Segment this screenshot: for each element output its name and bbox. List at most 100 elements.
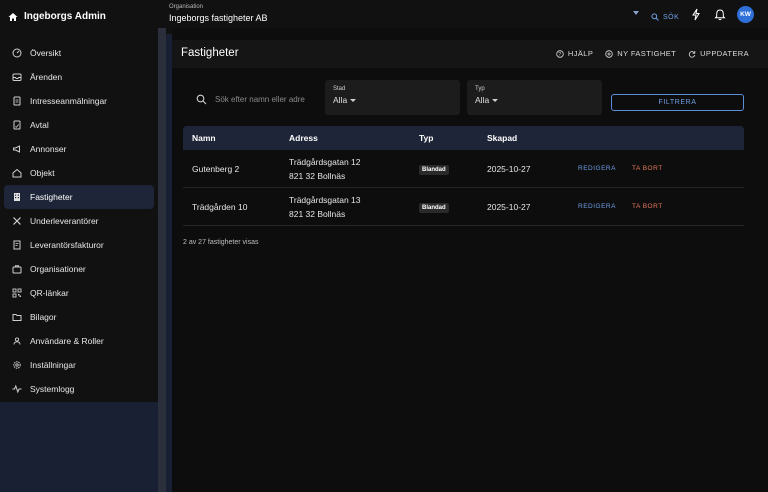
new-property-label: NY FASTIGHET [617, 49, 677, 58]
filter-button[interactable]: FILTRERA [611, 94, 744, 111]
search-field [192, 84, 314, 114]
search-icon [196, 94, 207, 104]
delete-button[interactable]: TA BORT [632, 165, 663, 172]
property-name: Gutenberg 2 [192, 163, 240, 174]
sidebar-item-label: Annonser [30, 144, 67, 154]
help-icon: ? [556, 49, 564, 57]
sidebar-item-intresseanmalningar[interactable]: Intresseanmälningar [4, 89, 154, 113]
sidebar-item-label: Systemlogg [30, 384, 75, 394]
add-circle-icon [605, 49, 613, 58]
refresh-button[interactable]: UPPDATERA [688, 49, 749, 58]
chevron-down-icon[interactable] [633, 11, 639, 15]
sidebar-item-installningar[interactable]: Inställningar [4, 353, 154, 377]
city-select-value: Alla [333, 95, 348, 105]
bolt-icon[interactable] [690, 8, 702, 21]
property-address: Trädgårdsgatan 13 821 32 Bollnäs [289, 193, 419, 221]
sidebar-item-label: Objekt [30, 168, 55, 178]
address-street: Trädgårdsgatan 13 [289, 194, 361, 205]
created-date: 2025-10-27 [487, 163, 531, 174]
sidebar-divider [158, 28, 166, 492]
delete-button[interactable]: TA BORT [632, 203, 663, 210]
sidebar-item-label: Fastigheter [30, 192, 73, 202]
column-header-name[interactable]: Namn [183, 133, 289, 143]
address-city: 821 32 Bollnäs [289, 208, 346, 219]
type-select-label: Typ [475, 86, 485, 92]
new-property-button[interactable]: NY FASTIGHET [605, 49, 676, 58]
tools-icon [13, 217, 21, 225]
address-street: Trädgårdsgatan 12 [289, 156, 361, 167]
org-label: Organisation [169, 4, 204, 10]
sidebar-item-annonser[interactable]: Annonser [4, 137, 154, 161]
edit-button[interactable]: REDIGERA [578, 165, 616, 172]
properties-table: Namn Adress Typ Skapad Gutenberg 2 Trädg… [183, 126, 744, 226]
sidebar-item-label: Organisationer [30, 264, 86, 274]
city-select[interactable]: Stad Alla [325, 80, 460, 115]
sidebar-item-organisationer[interactable]: Organisationer [4, 257, 154, 281]
search-icon [651, 13, 659, 21]
column-header-created[interactable]: Skapad [487, 133, 570, 143]
sidebar-item-arenden[interactable]: Ärenden [4, 65, 154, 89]
sidebar-item-leverantorsfakturor[interactable]: Leverantörsfakturor [4, 233, 154, 257]
sidebar-item-label: Intresseanmälningar [30, 96, 108, 106]
refresh-label: UPPDATERA [700, 49, 749, 58]
sidebar-item-bilagor[interactable]: Bilagor [4, 305, 154, 329]
property-address: Trädgårdsgatan 12 821 32 Bollnäs [289, 155, 419, 183]
building-icon [14, 193, 20, 201]
page-title: Fastigheter [181, 47, 239, 59]
header-actions: ? HJÄLP NY FASTIGHET UPPDATERA [556, 49, 749, 58]
megaphone-icon [13, 145, 20, 153]
type-badge: Blandad [419, 164, 449, 175]
chevron-down-icon [492, 98, 499, 102]
briefcase-icon [12, 265, 22, 274]
contract-icon [13, 120, 21, 130]
sidebar-item-label: QR-länkar [30, 288, 69, 298]
home-icon [12, 168, 22, 178]
sidebar-item-underleverantorer[interactable]: Underleverantörer [4, 209, 154, 233]
sidebar-item-systemlogg[interactable]: Systemlogg [4, 377, 154, 401]
settings-icon [13, 361, 21, 369]
help-button[interactable]: ? HJÄLP [556, 49, 593, 58]
svg-text:?: ? [558, 51, 561, 57]
sidebar-item-label: Leverantörsfakturor [30, 240, 104, 250]
sidebar-item-label: Inställningar [30, 360, 76, 370]
sidebar-item-anvandare-roller[interactable]: Användare & Roller [4, 329, 154, 353]
city-select-label: Stad [333, 86, 346, 92]
inbox-icon [12, 73, 22, 81]
dashboard-icon [12, 48, 22, 58]
avatar[interactable]: KW [737, 6, 754, 23]
search-input[interactable] [215, 94, 305, 104]
sidebar-item-fastigheter[interactable]: Fastigheter [4, 185, 154, 209]
sidebar-item-label: Bilagor [30, 312, 57, 322]
sidebar-item-label: Ärenden [30, 72, 63, 82]
sidebar-item-oversikt[interactable]: Översikt [4, 41, 154, 65]
org-selector[interactable]: Organisation Ingeborgs fastigheter AB [169, 4, 268, 23]
address-city: 821 32 Bollnäs [289, 170, 346, 181]
search-label: SÖK [663, 13, 680, 21]
main-content: Fastigheter ? HJÄLP NY FASTIGHET UPPDATE… [172, 28, 768, 492]
activity-icon [12, 384, 22, 394]
brand[interactable]: Ingeborgs Admin [8, 11, 106, 22]
type-badge: Blandad [419, 202, 449, 213]
type-select-value: Alla [475, 95, 490, 105]
search-button[interactable]: SÖK [651, 13, 679, 21]
sidebar-item-label: Underleverantörer [30, 216, 99, 226]
sidebar-item-avtal[interactable]: Avtal [4, 113, 154, 137]
sidebar-item-qr-lankar[interactable]: QR-länkar [4, 281, 154, 305]
table-row[interactable]: Gutenberg 2 Trädgårdsgatan 12 821 32 Bol… [183, 150, 744, 188]
edit-button[interactable]: REDIGERA [578, 203, 616, 210]
sidebar: Översikt Ärenden Intresseanmälningar Avt… [0, 34, 158, 402]
chevron-down-icon [350, 98, 357, 102]
column-header-type[interactable]: Typ [419, 133, 487, 143]
home-icon [8, 12, 18, 21]
results-count: 2 av 27 fastigheter visas [183, 239, 259, 246]
column-header-address[interactable]: Adress [289, 131, 419, 145]
bell-icon[interactable] [714, 8, 726, 21]
invoice-icon [13, 240, 21, 250]
refresh-icon [689, 50, 696, 58]
table-row[interactable]: Trädgården 10 Trädgårdsgatan 13 821 32 B… [183, 188, 744, 226]
type-select[interactable]: Typ Alla [467, 80, 602, 115]
sidebar-item-label: Översikt [30, 48, 62, 58]
qr-code-icon [12, 288, 22, 298]
help-label: HJÄLP [567, 49, 594, 58]
sidebar-item-objekt[interactable]: Objekt [4, 161, 154, 185]
